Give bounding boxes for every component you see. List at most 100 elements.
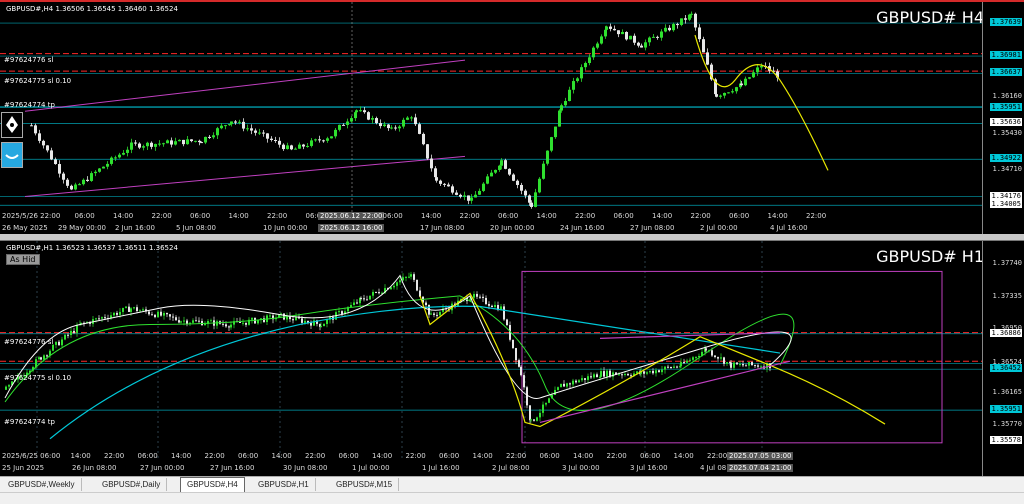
h4-candle-body (672, 24, 675, 31)
h4-hour-label: 06:00 (190, 212, 211, 220)
h1-chart-canvas[interactable] (0, 241, 983, 475)
h1-hour-label: 22:00 (104, 452, 125, 460)
h1-candle-body (148, 311, 150, 315)
h4-candle-body (200, 142, 203, 144)
h1-candle-body (198, 320, 200, 322)
h4-candle-body (270, 138, 273, 140)
h4-candle-body (652, 36, 655, 38)
h1-candle-body (136, 307, 138, 311)
h4-forecast-curve (694, 34, 829, 171)
h1-chart-pane[interactable]: GBPUSD#,H1 1.36523 1.36537 1.36511 1.365… (0, 240, 1024, 476)
h4-candle-body (528, 195, 531, 203)
h1-candle-body (175, 317, 177, 321)
h1-hour-label: 22:00 (305, 452, 326, 460)
h1-hour-label: 2025.07.05 03:00 (727, 452, 794, 460)
h1-candle-body (402, 277, 404, 281)
h4-chart-canvas[interactable] (0, 2, 983, 234)
as-hide-button[interactable]: As Hid (6, 254, 40, 265)
h4-candle-body (467, 195, 470, 201)
h4-candle-body (62, 173, 65, 180)
h1-candle-body (341, 311, 343, 314)
h1-candle-body (603, 371, 605, 377)
chart-tab-m15[interactable]: GBPUSD#,M15 (330, 478, 400, 491)
h4-hour-label: 2025.06.12 22:00 (318, 212, 385, 220)
h4-candle-body (474, 194, 477, 198)
h4-candle-body (520, 184, 523, 191)
h4-candle-body (719, 95, 722, 97)
h4-candle-body (146, 142, 149, 147)
h4-candle-body (106, 163, 109, 167)
h1-candle-body (530, 419, 532, 421)
h1-candle-body (646, 372, 648, 374)
h1-candle-body (360, 297, 362, 299)
h1-candle-body (621, 374, 623, 376)
h1-hour-label: 06:00 (238, 452, 259, 460)
h4-candle-body (426, 144, 429, 159)
h4-candle-body (346, 121, 349, 125)
h1-candle-body (64, 334, 66, 340)
h4-candle-body (90, 173, 93, 181)
h4-candle-body (494, 169, 497, 173)
h4-candle-body (355, 110, 358, 113)
h4-price-axis[interactable]: 1.37639 1.36981 1.36637 1.36160 1.35951 1.356… (982, 2, 1024, 234)
h1-candle-body (104, 317, 106, 319)
h4-date-label: 2 Jul 00:00 (700, 224, 738, 232)
h1-candle-body (664, 366, 666, 370)
h4-candle-body (668, 27, 671, 31)
h4-candle-body (530, 202, 533, 207)
h1-candle-body (122, 307, 124, 312)
h4-date-label: 20 Jun 00:00 (490, 224, 535, 232)
h4-candle-body (98, 168, 101, 172)
h1-candle-body (536, 417, 538, 421)
h1-candle-body (408, 276, 410, 278)
h4-candle-body (664, 27, 667, 32)
smile-tool-icon[interactable] (1, 142, 23, 168)
h4-candle-body (66, 179, 69, 186)
h1-candle-body (572, 380, 574, 385)
chart-tab-weekly[interactable]: GBPUSD#,Weekly (2, 478, 82, 491)
h4-candle-body (282, 144, 285, 150)
chart-tab-daily[interactable]: GBPUSD#,Daily (96, 478, 168, 491)
h4-candle-body (178, 139, 181, 142)
chart-tab-h1[interactable]: GBPUSD#,H1 (252, 478, 316, 491)
h1-candle-body (751, 362, 753, 366)
h4-candle-body (310, 140, 313, 146)
h1-price-axis[interactable]: 1.37740 1.37335 1.36950 1.36886 1.36524 1.364… (982, 241, 1024, 476)
h1-candle-body (292, 319, 294, 321)
h4-candle-body (439, 180, 442, 184)
pen-tool-icon[interactable] (1, 112, 23, 138)
h1-candle-body (643, 371, 645, 374)
h1-date-label: 2 Jul 08:00 (492, 464, 530, 472)
h1-hour-label: 06:00 (338, 452, 359, 460)
h4-candle-body (508, 168, 511, 175)
h1-candle-body (742, 364, 744, 366)
h4-candle-body (102, 166, 105, 169)
h1-candle-body (46, 355, 48, 357)
h1-candle-body (692, 357, 694, 360)
h4-hour-label: 06:00 (613, 212, 634, 220)
h4-candle-body (322, 140, 325, 142)
h4-candle-body (609, 26, 612, 29)
h1-price-label: 1.36165 (992, 387, 1022, 396)
h1-candle-body (410, 274, 412, 277)
h4-candle-body (246, 128, 249, 130)
h1-candle-body (230, 324, 232, 328)
h1-candle-body (491, 305, 493, 308)
h1-order-label-sl: #97624776 sl (4, 338, 54, 346)
h4-candle-body (490, 172, 493, 177)
h1-candle-body (754, 365, 756, 367)
h1-candle-body (43, 355, 45, 360)
h1-price-label: 1.37740 (992, 259, 1022, 268)
h4-candle-body (660, 31, 663, 38)
h1-candle-body (726, 362, 728, 364)
h1-order-label-sl2: #97624775 sl 0.10 (4, 374, 72, 382)
h4-candle-body (516, 180, 519, 185)
h4-candle-body (130, 142, 133, 150)
h1-candle-body (95, 318, 97, 320)
h4-hour-label: 14:00 (536, 212, 557, 220)
h4-candle-body (383, 124, 386, 127)
h4-candle-body (50, 150, 53, 160)
h4-chart-pane[interactable]: GBPUSD#,H4 1.36506 1.36545 1.36460 1.365… (0, 0, 1024, 234)
h1-candle-body (172, 316, 174, 318)
h1-candle-body (526, 387, 528, 406)
